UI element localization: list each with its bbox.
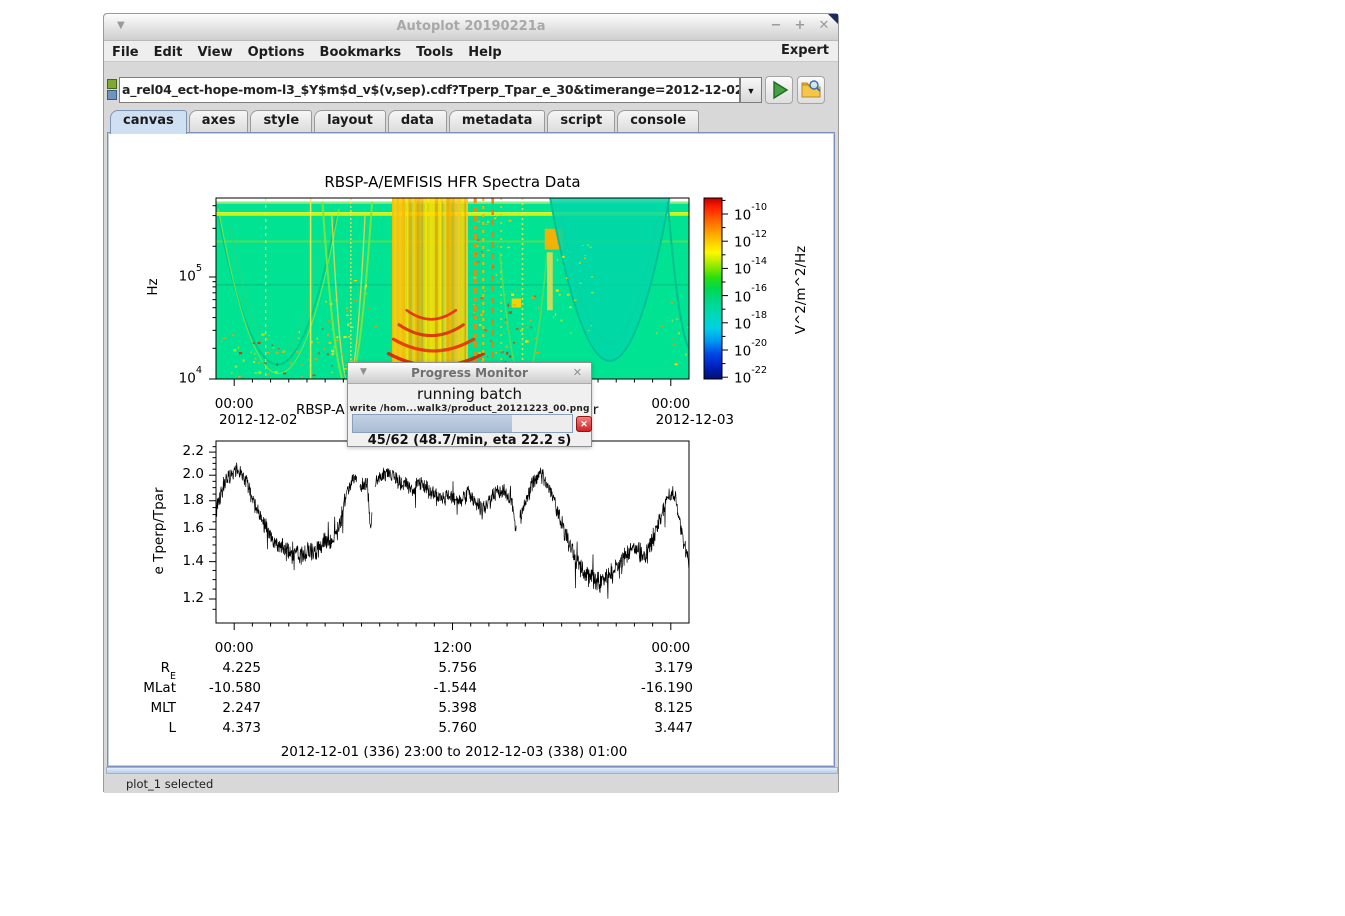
table-row-label-R: RE [116, 660, 176, 679]
uri-text: a_rel04_ect-hope-mom-l3_$Y$m$d_v$(v,sep)… [122, 82, 740, 97]
plot2-xtick-2: 00:00 [641, 640, 701, 656]
plot2-ytick-2: 2.0 [166, 466, 204, 482]
colorbar-tick-10e-14: 10-14 [734, 260, 786, 278]
colorbar-tick-10e-16: 10-16 [734, 288, 786, 306]
plot1-ytick-10e5: 105 [164, 267, 202, 285]
window-title: Autoplot 20190221a [104, 19, 838, 34]
tab-bar: canvasaxesstylelayoutdatametadatascriptc… [110, 109, 701, 132]
tab-layout[interactable]: layout [314, 110, 386, 132]
maximize-button[interactable]: + [791, 18, 809, 33]
colorbar-tick-10e-10: 10-10 [734, 206, 786, 224]
progress-task-label: running batch [348, 385, 591, 403]
inspect-uri-button[interactable] [797, 76, 825, 104]
table-value-r1c1: -1.544 [397, 680, 477, 696]
colorbar-tick-10e-20: 10-20 [734, 342, 786, 360]
colorbar-ticks [722, 200, 728, 377]
minimize-button[interactable]: − [767, 18, 785, 33]
menu-help[interactable]: Help [461, 43, 508, 60]
plot-canvas[interactable]: RBSP-A/EMFISIS HFR Spectra Data Hz V^2/m… [107, 132, 835, 767]
table-value-r3c2: 3.447 [613, 720, 693, 736]
table-value-r1c2: -16.190 [613, 680, 693, 696]
tab-canvas[interactable]: canvas [110, 110, 187, 134]
plot2-ytick-1.6: 1.6 [166, 520, 204, 536]
tab-data[interactable]: data [388, 110, 447, 132]
data-source-blue-square [107, 90, 117, 100]
table-value-r1c0: -10.580 [181, 680, 261, 696]
plot2-ytick-1.2: 1.2 [166, 590, 204, 606]
data-source-type-icon [107, 78, 117, 100]
table-row-label-MLat: MLat [116, 680, 176, 696]
desktop: ▼ Autoplot 20190221a − + ✕ Expert FileEd… [0, 0, 1345, 916]
uri-input[interactable]: a_rel04_ect-hope-mom-l3_$Y$m$d_v$(v,sep)… [119, 77, 740, 103]
plot2-ylabel: e Tperp/Tpar [151, 471, 167, 591]
status-bar: plot_1 selected [104, 774, 838, 793]
play-icon [766, 77, 792, 103]
tab-style[interactable]: style [250, 110, 312, 132]
go-play-button[interactable] [765, 76, 793, 104]
plot2-ytick-1.4: 1.4 [166, 553, 204, 569]
plot1-ylabel: Hz [145, 267, 161, 307]
desktop-corner-artifact [828, 14, 838, 24]
dialog-title: Progress Monitor [348, 366, 591, 380]
colorbar-label: V^2/m^2/Hz [793, 235, 809, 345]
table-row-label-MLT: MLT [116, 700, 176, 716]
progress-detail-label: write /hom...walk3/product_20121223_00.p… [348, 404, 591, 414]
tab-console[interactable]: console [617, 110, 699, 132]
time-range-caption: 2012-12-01 (336) 23:00 to 2012-12-03 (33… [254, 744, 654, 760]
window-titlebar[interactable]: ▼ Autoplot 20190221a − + ✕ [104, 14, 838, 41]
menu-bar: Expert FileEditViewOptionsBookmarksTools… [104, 41, 838, 62]
menu-edit[interactable]: Edit [147, 43, 190, 60]
colorbar [704, 198, 722, 379]
plot2-xtick-0: 00:00 [204, 640, 264, 656]
plot1-xtick-date-2: 2012-12-03 [645, 412, 745, 428]
progress-bar [352, 414, 573, 433]
plot1-xtick-date-0: 2012-12-02 [208, 412, 308, 428]
table-value-r0c2: 3.179 [613, 660, 693, 676]
folder-magnifier-icon [798, 77, 824, 103]
expert-menu[interactable]: Expert [781, 43, 829, 58]
uri-dropdown-button[interactable]: ▼ [740, 77, 762, 103]
table-value-r2c1: 5.398 [397, 700, 477, 716]
table-value-r2c0: 2.247 [181, 700, 261, 716]
chevron-down-icon: ▼ [741, 86, 761, 96]
table-value-r3c1: 5.760 [397, 720, 477, 736]
dialog-close-icon[interactable]: ✕ [573, 366, 582, 379]
plot2-xtick-1: 12:00 [423, 640, 483, 656]
menu-bookmarks[interactable]: Bookmarks [313, 43, 409, 60]
progress-count-label: 45/62 (48.7/min, eta 22.2 s) [348, 433, 591, 448]
dialog-titlebar[interactable]: ▼ Progress Monitor ✕ [348, 363, 591, 384]
progress-monitor-dialog[interactable]: ▼ Progress Monitor ✕ running batch write… [347, 362, 592, 447]
progress-bar-fill [353, 415, 512, 432]
colorbar-tick-10e-12: 10-12 [734, 233, 786, 251]
menu-file[interactable]: File [105, 43, 146, 60]
table-row-label-L: L [116, 720, 176, 736]
colorbar-tick-10e-18: 10-18 [734, 315, 786, 333]
data-source-green-square [107, 79, 117, 89]
tab-axes[interactable]: axes [189, 110, 249, 132]
table-value-r2c2: 8.125 [613, 700, 693, 716]
plot1-xtick-time-2: 00:00 [641, 396, 701, 412]
stop-button[interactable]: ✕ [576, 416, 592, 432]
menu-tools[interactable]: Tools [409, 43, 460, 60]
plot2-ytick-2.2: 2.2 [166, 443, 204, 459]
plot1-ytick-10e4: 104 [164, 369, 202, 387]
tab-script[interactable]: script [547, 110, 615, 132]
tab-metadata[interactable]: metadata [449, 110, 545, 132]
table-value-r3c0: 4.373 [181, 720, 261, 736]
table-value-r0c0: 4.225 [181, 660, 261, 676]
menu-options[interactable]: Options [241, 43, 312, 60]
spectrogram-image [216, 194, 717, 386]
horizontal-scrollbar[interactable] [106, 767, 838, 774]
plot1-xtick-time-0: 00:00 [204, 396, 264, 412]
plot1-title: RBSP-A/EMFISIS HFR Spectra Data [216, 173, 689, 191]
colorbar-tick-10e-22: 10-22 [734, 369, 786, 387]
status-text: plot_1 selected [126, 777, 213, 791]
plot2-frame [216, 441, 689, 623]
plot2-ytick-1.8: 1.8 [166, 492, 204, 508]
table-value-r0c1: 5.756 [397, 660, 477, 676]
menu-view[interactable]: View [190, 43, 239, 60]
